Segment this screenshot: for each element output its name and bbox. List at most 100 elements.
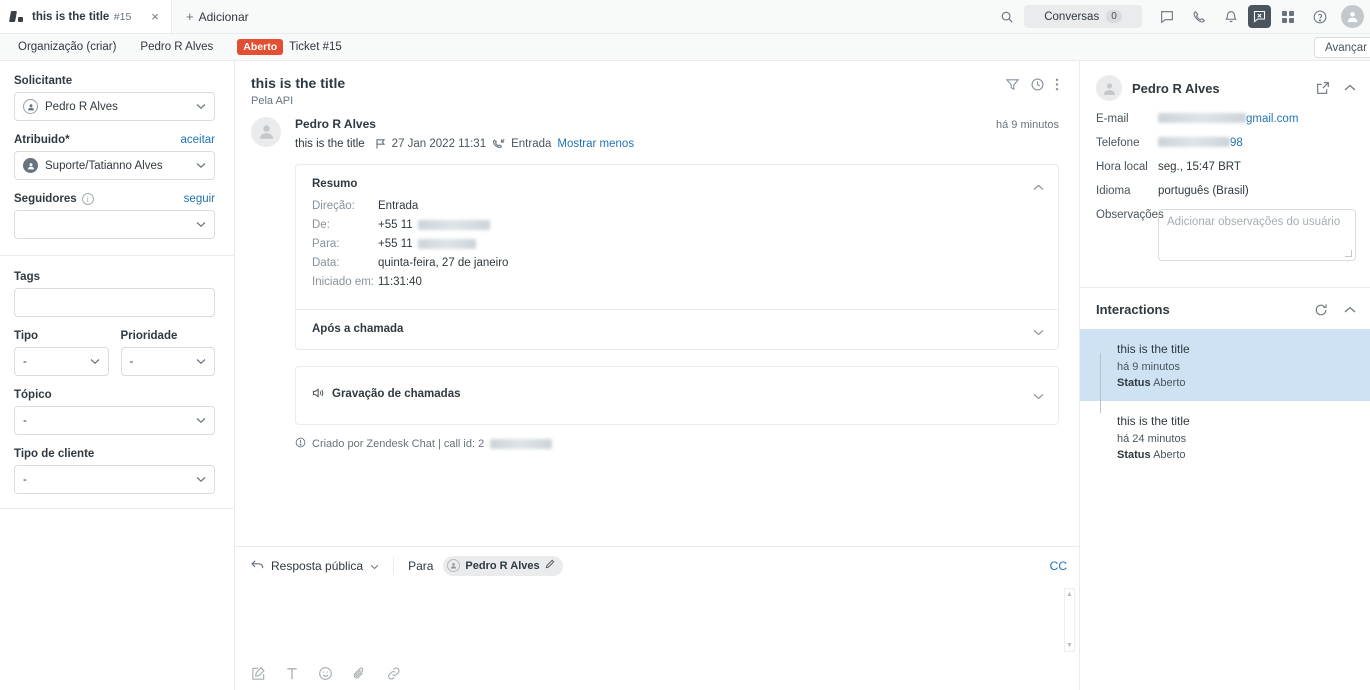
customer-fields: E-mail gmail.com Telefone 98 Hora local … <box>1080 113 1370 287</box>
conversations-button[interactable]: Conversas 0 <box>1024 5 1142 28</box>
requester-label: Solicitante <box>14 75 73 87</box>
chevron-down-icon <box>196 415 206 427</box>
link-icon[interactable] <box>386 666 402 681</box>
composer-textarea[interactable]: ▲ ▼ <box>235 584 1079 656</box>
chevron-down-icon <box>196 160 206 172</box>
breadcrumb-ticket[interactable]: Aberto Ticket #15 <box>225 39 353 55</box>
message-header: Pedro R Alves há 9 minutos <box>295 117 1059 131</box>
requester-select[interactable]: Pedro R Alves <box>14 92 215 121</box>
after-call-heading: Após a chamada <box>312 322 404 335</box>
bell-icon[interactable] <box>1216 2 1246 32</box>
compose-icon[interactable] <box>251 666 266 681</box>
interaction-status-label: Status <box>1117 377 1151 389</box>
summary-key: Iniciado em: <box>312 275 375 288</box>
chat-icon[interactable] <box>1152 2 1182 32</box>
agent-avatar-icon <box>23 158 38 173</box>
speaker-icon <box>312 387 325 402</box>
scroll-down-arrow[interactable]: ▼ <box>1066 642 1073 649</box>
user-avatar[interactable] <box>1341 5 1364 28</box>
field-tags: Tags <box>14 271 215 317</box>
message-footer-note: Criado por Zendesk Chat | call id: 2 <box>295 437 1059 451</box>
chevron-down-icon[interactable] <box>1033 323 1044 341</box>
priority-select[interactable]: - <box>120 347 215 376</box>
assignee-select[interactable]: Suporte/Tatianno Alves <box>14 151 215 180</box>
recipient-pill[interactable]: Pedro R Alves <box>443 555 563 576</box>
close-icon[interactable]: × <box>147 9 163 24</box>
notes-textarea[interactable]: Adicionar observações do usuário <box>1158 209 1356 261</box>
search-icon[interactable] <box>992 2 1022 32</box>
chevron-down-icon <box>196 474 206 486</box>
chevron-up-icon[interactable] <box>1033 178 1044 196</box>
followers-follow-link[interactable]: seguir <box>184 193 215 205</box>
advance-button[interactable]: Avançar <box>1314 37 1370 58</box>
ticket-header-actions <box>1005 75 1059 92</box>
sidebar-divider <box>0 255 234 256</box>
reply-type-select[interactable]: Resposta pública <box>251 559 393 573</box>
edit-pencil-icon[interactable] <box>545 559 555 572</box>
ticket-tab-number: #15 <box>113 11 132 24</box>
interaction-time: há 9 minutos <box>1117 361 1180 373</box>
customer-phone-row: Telefone 98 <box>1096 137 1356 149</box>
message-item: Pedro R Alves há 9 minutos this is the t… <box>251 116 1059 451</box>
breadcrumb-organization[interactable]: Organização (criar) <box>6 41 128 53</box>
show-less-link[interactable]: Mostrar menos <box>557 138 634 150</box>
email-value[interactable]: gmail.com <box>1158 113 1298 125</box>
ticket-tab-title: this is the title <box>32 11 110 24</box>
interaction-text: this is the title há 9 minutos Status Ab… <box>1117 340 1356 389</box>
history-icon[interactable] <box>1030 77 1045 92</box>
phone-icon[interactable] <box>1184 2 1214 32</box>
collapse-panel-icon[interactable] <box>1344 84 1356 92</box>
assignee-accept-link[interactable]: aceitar <box>180 134 215 146</box>
ticket-tab-icon <box>10 10 24 24</box>
text-format-icon[interactable] <box>285 666 299 681</box>
filter-icon[interactable] <box>1005 77 1020 92</box>
redacted-phone <box>417 238 476 249</box>
summary-key: Direção: <box>312 199 355 212</box>
attachment-icon[interactable] <box>352 666 367 681</box>
breadcrumb-requester[interactable]: Pedro R Alves <box>128 41 225 53</box>
cc-link[interactable]: CC <box>1050 559 1067 573</box>
chevron-down-icon[interactable] <box>1033 387 1044 405</box>
customer-type-select[interactable]: - <box>14 465 215 494</box>
chat-dismiss-icon[interactable] <box>1248 5 1271 28</box>
type-label: Tipo <box>14 330 39 342</box>
customer-context-panel: Pedro R Alves E-mail gmail.com Telefone … <box>1080 61 1370 690</box>
ticket-tab[interactable]: this is the title #15 × <box>0 0 172 33</box>
summary-row: Para: +55 11 <box>312 238 1042 250</box>
apps-grid-icon[interactable] <box>1273 2 1303 32</box>
phone-value[interactable]: 98 <box>1158 137 1243 149</box>
refresh-icon[interactable] <box>1314 303 1328 317</box>
followers-select[interactable] <box>14 210 215 239</box>
tags-input[interactable] <box>14 288 215 317</box>
more-options-icon[interactable] <box>1055 77 1059 92</box>
type-value: - <box>23 355 27 368</box>
collapse-interactions-icon[interactable] <box>1344 306 1356 314</box>
after-call-section[interactable]: Após a chamada <box>296 308 1058 349</box>
field-requester: Solicitante Pedro R Alves <box>14 75 215 121</box>
help-icon[interactable] <box>1305 2 1335 32</box>
list-item[interactable]: this is the title há 9 minutos Status Ab… <box>1080 329 1370 413</box>
scroll-up-arrow[interactable]: ▲ <box>1066 591 1073 598</box>
open-external-icon[interactable] <box>1316 81 1330 95</box>
type-select[interactable]: - <box>14 347 109 376</box>
priority-value: - <box>129 355 134 368</box>
top-bar-actions: Conversas 0 <box>992 0 1370 33</box>
ticket-header-text: this is the title Pela API <box>251 75 1005 107</box>
recording-heading: Gravação de chamadas <box>332 388 461 401</box>
recording-section[interactable]: Gravação de chamadas <box>296 367 1058 424</box>
interaction-time: há 24 minutos <box>1117 433 1187 445</box>
composer-scrollbar[interactable]: ▲ ▼ <box>1064 588 1075 652</box>
interactions-header: Interactions <box>1080 288 1370 329</box>
info-icon[interactable]: i <box>81 193 94 205</box>
top-bar-spacer <box>263 0 992 33</box>
add-tab-button[interactable]: + Adicionar <box>172 0 263 33</box>
interaction-status-value: Aberto <box>1153 449 1186 461</box>
list-item[interactable]: this is the title há 24 minutos Status A… <box>1080 401 1370 473</box>
topic-select[interactable]: - <box>14 406 215 435</box>
localtime-label: Hora local <box>1096 161 1148 173</box>
field-customer-type: Tipo de cliente - <box>14 448 215 494</box>
status-badge: Aberto <box>237 39 284 55</box>
requester-value: Pedro R Alves <box>45 100 118 113</box>
field-assignee: Atribuido* aceitar Suporte/Tatianno Alve… <box>14 134 215 180</box>
emoji-icon[interactable] <box>318 666 333 681</box>
